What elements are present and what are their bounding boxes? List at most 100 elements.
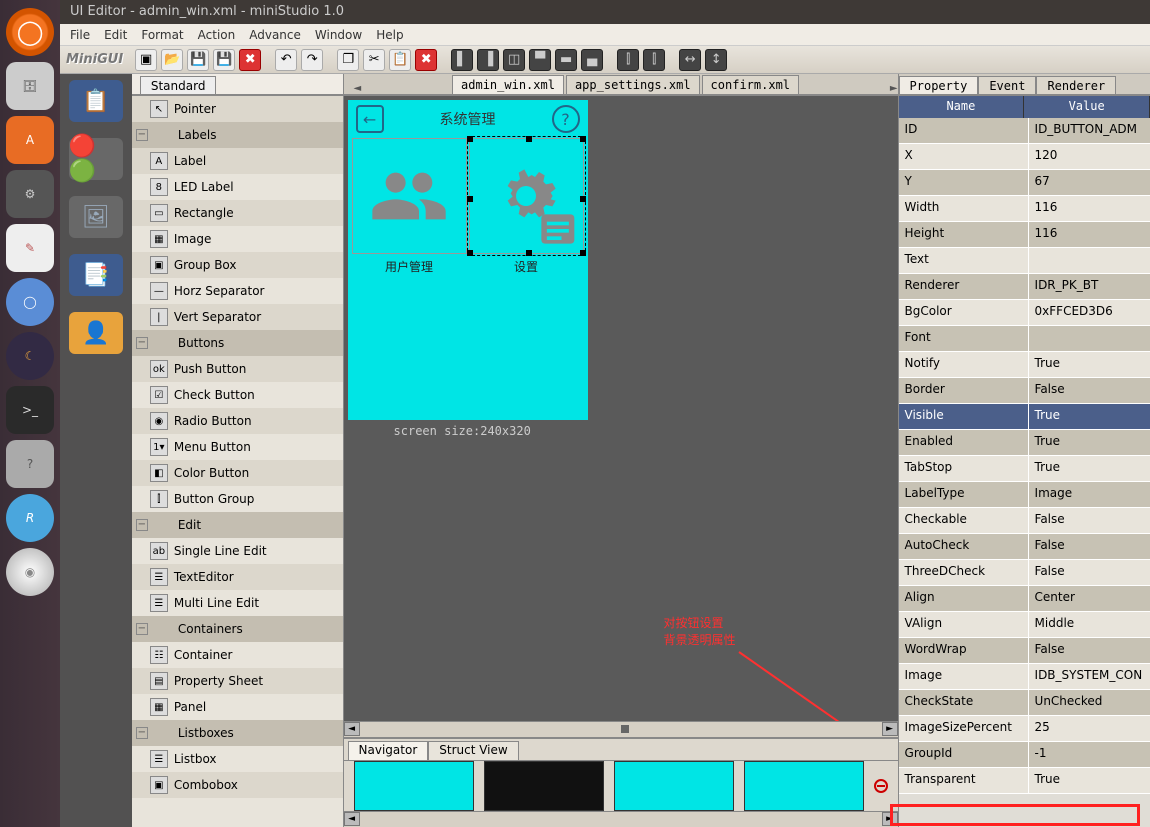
prop-value[interactable]: Center bbox=[1029, 586, 1150, 611]
palette-item[interactable]: ▤Property Sheet bbox=[132, 668, 343, 694]
property-row[interactable]: TransparentTrue bbox=[899, 768, 1150, 794]
palette-item[interactable]: ☰TextEditor bbox=[132, 564, 343, 590]
align-top-icon[interactable]: ▀ bbox=[529, 49, 551, 71]
prop-value[interactable]: 116 bbox=[1029, 222, 1150, 247]
back-icon[interactable]: ← bbox=[356, 105, 384, 133]
clipboard-icon[interactable]: 📋 bbox=[69, 80, 123, 122]
property-row[interactable]: AlignCenter bbox=[899, 586, 1150, 612]
palette-item[interactable]: ▦Image bbox=[132, 226, 343, 252]
prop-tab-event[interactable]: Event bbox=[978, 76, 1036, 94]
property-row[interactable]: BorderFalse bbox=[899, 378, 1150, 404]
expand-icon[interactable]: − bbox=[136, 337, 148, 349]
software-icon[interactable]: A bbox=[6, 116, 54, 164]
mock-btn-settings[interactable] bbox=[469, 138, 584, 254]
palette-item[interactable]: ↖Pointer bbox=[132, 96, 343, 122]
scroll-right-icon[interactable]: ► bbox=[890, 83, 898, 94]
scroll-left-icon[interactable]: ◄ bbox=[344, 722, 360, 736]
scroll-left-icon[interactable]: ◄ bbox=[354, 83, 362, 94]
dist-h-icon[interactable]: ⫿ bbox=[617, 49, 639, 71]
scroll-right-icon[interactable]: ► bbox=[882, 812, 898, 826]
prop-value[interactable]: IDR_PK_BT bbox=[1029, 274, 1150, 299]
new-icon[interactable]: ▣ bbox=[135, 49, 157, 71]
expand-icon[interactable]: − bbox=[136, 519, 148, 531]
property-row[interactable]: Height116 bbox=[899, 222, 1150, 248]
menu-window[interactable]: Window bbox=[315, 28, 362, 42]
ubuntu-dash-icon[interactable]: ◯ bbox=[6, 8, 54, 56]
palette-item[interactable]: ◧Color Button bbox=[132, 460, 343, 486]
property-row[interactable]: ImageSizePercent25 bbox=[899, 716, 1150, 742]
prop-value[interactable]: 116 bbox=[1029, 196, 1150, 221]
align-bottom-icon[interactable]: ▄ bbox=[581, 49, 603, 71]
prop-value[interactable]: True bbox=[1029, 456, 1150, 481]
palette-item[interactable]: ▣Group Box bbox=[132, 252, 343, 278]
palette-category[interactable]: −Buttons bbox=[132, 330, 343, 356]
property-row[interactable]: EnabledTrue bbox=[899, 430, 1150, 456]
palette-item[interactable]: ▣Combobox bbox=[132, 772, 343, 798]
palette-item[interactable]: ☰Listbox bbox=[132, 746, 343, 772]
prop-value[interactable]: Middle bbox=[1029, 612, 1150, 637]
palette-item[interactable]: ☑Check Button bbox=[132, 382, 343, 408]
menu-edit[interactable]: Edit bbox=[104, 28, 127, 42]
thumb[interactable] bbox=[614, 761, 734, 811]
prop-value[interactable]: False bbox=[1029, 560, 1150, 585]
contacts-icon[interactable]: 👤 bbox=[69, 312, 123, 354]
prop-value[interactable]: True bbox=[1029, 768, 1150, 793]
editor-tab[interactable]: admin_win.xml bbox=[452, 75, 564, 94]
prop-value[interactable]: 67 bbox=[1029, 170, 1150, 195]
same-width-icon[interactable]: ↔ bbox=[679, 49, 701, 71]
property-row[interactable]: GroupId-1 bbox=[899, 742, 1150, 768]
prop-tab-renderer[interactable]: Renderer bbox=[1036, 76, 1116, 94]
palette-item[interactable]: ☰Multi Line Edit bbox=[132, 590, 343, 616]
scroll-right-icon[interactable]: ► bbox=[882, 722, 898, 736]
help-icon[interactable]: ? bbox=[6, 440, 54, 488]
property-row[interactable]: LabelTypeImage bbox=[899, 482, 1150, 508]
palette-category[interactable]: −Listboxes bbox=[132, 720, 343, 746]
expand-icon[interactable]: − bbox=[136, 129, 148, 141]
prop-value[interactable]: 25 bbox=[1029, 716, 1150, 741]
palette-item[interactable]: ☷Container bbox=[132, 642, 343, 668]
same-height-icon[interactable]: ↕ bbox=[705, 49, 727, 71]
disc-icon[interactable]: ◉ bbox=[6, 548, 54, 596]
palette-item[interactable]: ALabel bbox=[132, 148, 343, 174]
prop-value[interactable] bbox=[1029, 326, 1150, 351]
property-row[interactable]: NotifyTrue bbox=[899, 352, 1150, 378]
canvas-hscroll[interactable]: ◄ ► bbox=[344, 721, 898, 737]
dist-v-icon[interactable]: ⫿ bbox=[643, 49, 665, 71]
property-row[interactable]: CheckStateUnChecked bbox=[899, 690, 1150, 716]
thumb[interactable] bbox=[744, 761, 864, 811]
palette-item[interactable]: ▭Rectangle bbox=[132, 200, 343, 226]
terminal-icon[interactable]: >_ bbox=[6, 386, 54, 434]
files-icon[interactable]: 🗄 bbox=[6, 62, 54, 110]
slides-icon[interactable]: 📑 bbox=[69, 254, 123, 296]
menu-file[interactable]: File bbox=[70, 28, 90, 42]
prop-value[interactable]: -1 bbox=[1029, 742, 1150, 767]
prop-value[interactable]: False bbox=[1029, 638, 1150, 663]
property-row[interactable]: BgColor0xFFCED3D6 bbox=[899, 300, 1150, 326]
property-row[interactable]: RendererIDR_PK_BT bbox=[899, 274, 1150, 300]
palette-category[interactable]: −Labels bbox=[132, 122, 343, 148]
align-hcenter-icon[interactable]: ◫ bbox=[503, 49, 525, 71]
prop-value[interactable]: False bbox=[1029, 534, 1150, 559]
saveall-icon[interactable]: 💾 bbox=[213, 49, 235, 71]
property-row[interactable]: ThreeDCheckFalse bbox=[899, 560, 1150, 586]
menu-format[interactable]: Format bbox=[141, 28, 183, 42]
prop-value[interactable]: UnChecked bbox=[1029, 690, 1150, 715]
close-icon[interactable]: ✖ bbox=[239, 49, 261, 71]
expand-icon[interactable]: − bbox=[136, 623, 148, 635]
prop-value[interactable] bbox=[1029, 248, 1150, 273]
paste-icon[interactable]: 📋 bbox=[389, 49, 411, 71]
prop-value[interactable]: True bbox=[1029, 430, 1150, 455]
mock-btn-users[interactable] bbox=[352, 138, 467, 254]
prop-value[interactable]: Image bbox=[1029, 482, 1150, 507]
palette-item[interactable]: okPush Button bbox=[132, 356, 343, 382]
prop-value[interactable]: False bbox=[1029, 378, 1150, 403]
tab-standard[interactable]: Standard bbox=[140, 76, 217, 94]
palette-category[interactable]: −Edit bbox=[132, 512, 343, 538]
expand-icon[interactable]: − bbox=[136, 727, 148, 739]
scroll-left-icon[interactable]: ◄ bbox=[344, 812, 360, 826]
palette-item[interactable]: ▦Panel bbox=[132, 694, 343, 720]
property-row[interactable]: WordWrapFalse bbox=[899, 638, 1150, 664]
property-row[interactable]: TabStopTrue bbox=[899, 456, 1150, 482]
prop-value[interactable]: ID_BUTTON_ADM bbox=[1029, 118, 1150, 143]
align-left-icon[interactable]: ▌ bbox=[451, 49, 473, 71]
